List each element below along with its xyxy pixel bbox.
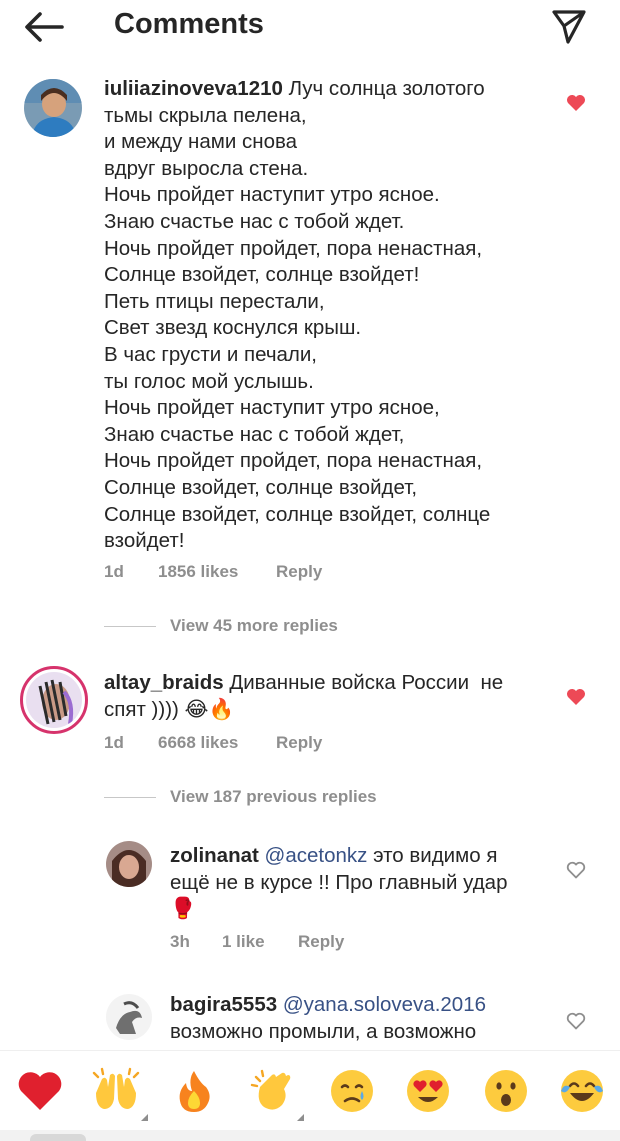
crying-face-emoji-icon[interactable] xyxy=(328,1067,376,1115)
comment-time: 3h xyxy=(170,932,190,951)
comment-username[interactable]: iuliiazinoveva1210 xyxy=(104,77,283,100)
like-heart-icon[interactable] xyxy=(566,688,586,711)
comment-username[interactable]: bagira5553 xyxy=(170,993,277,1016)
view-previous-replies-button[interactable]: View 187 previous replies xyxy=(104,787,377,807)
comment-likes[interactable]: 1 like xyxy=(222,932,298,952)
red-heart-emoji-icon[interactable] xyxy=(16,1067,64,1115)
fire-emoji-icon[interactable] xyxy=(170,1067,218,1115)
bottom-input-edge xyxy=(0,1130,620,1141)
heart-eyes-emoji-icon[interactable] xyxy=(404,1067,452,1115)
avatar[interactable] xyxy=(20,666,88,734)
view-previous-replies-label: View 187 previous replies xyxy=(170,787,377,806)
comment-text: zolinanat @acetonkz это видимо я ещё не … xyxy=(170,843,570,923)
like-heart-outline-icon[interactable] xyxy=(566,861,586,884)
like-heart-icon[interactable] xyxy=(566,94,586,117)
divider xyxy=(104,796,156,798)
comment-likes[interactable]: 6668 likes xyxy=(158,733,276,753)
divider xyxy=(104,625,156,627)
tears-of-joy-emoji-icon[interactable] xyxy=(558,1067,606,1115)
comment-meta: 3h 1 like Reply xyxy=(170,932,344,952)
back-arrow-icon[interactable] xyxy=(22,10,66,44)
mention-link[interactable]: @acetonkz xyxy=(265,844,368,867)
comment-body: возможно промыли, а возможно xyxy=(170,1019,477,1043)
reply-button[interactable]: Reply xyxy=(276,733,322,753)
skin-tone-indicator xyxy=(141,1114,148,1121)
comment-text: bagira5553 @yana.soloveva.2016 возможно … xyxy=(170,992,570,1045)
comment-time: 1d xyxy=(104,733,124,752)
avatar-edge xyxy=(30,1134,86,1141)
mention-link[interactable]: @yana.soloveva.2016 xyxy=(283,993,486,1016)
comment-meta: 1d 6668 likes Reply xyxy=(104,733,322,753)
reply-button[interactable]: Reply xyxy=(298,932,344,952)
reply-button[interactable]: Reply xyxy=(276,562,322,582)
like-heart-outline-icon[interactable] xyxy=(566,1012,586,1035)
comment-text: altay_braids Диванные войска России не с… xyxy=(104,670,574,723)
comment-username[interactable]: zolinanat xyxy=(170,844,259,867)
clapping-hands-emoji-icon[interactable] xyxy=(248,1067,304,1121)
comment-likes[interactable]: 1856 likes xyxy=(158,562,276,582)
comment-meta: 1d 1856 likes Reply xyxy=(104,562,322,582)
emoji-reaction-bar xyxy=(0,1050,620,1130)
avatar[interactable] xyxy=(106,841,152,887)
avatar[interactable] xyxy=(106,994,152,1040)
view-more-replies-button[interactable]: View 45 more replies xyxy=(104,616,338,636)
comment-time: 1d xyxy=(104,562,124,581)
astonished-face-emoji-icon[interactable] xyxy=(482,1067,530,1115)
comment-body: Луч солнца золотого тьмы скрыла пелена, … xyxy=(104,77,491,553)
avatar[interactable] xyxy=(24,79,82,137)
raising-hands-emoji-icon[interactable] xyxy=(92,1067,148,1121)
top-bar: Comments xyxy=(0,0,620,52)
page-title: Comments xyxy=(114,8,264,40)
view-more-replies-label: View 45 more replies xyxy=(170,616,338,635)
skin-tone-indicator xyxy=(297,1114,304,1121)
comment-text: iuliiazinoveva1210 Луч солнца золотого т… xyxy=(104,76,574,555)
share-direct-icon[interactable] xyxy=(548,6,588,46)
comment-username[interactable]: altay_braids xyxy=(104,671,224,694)
